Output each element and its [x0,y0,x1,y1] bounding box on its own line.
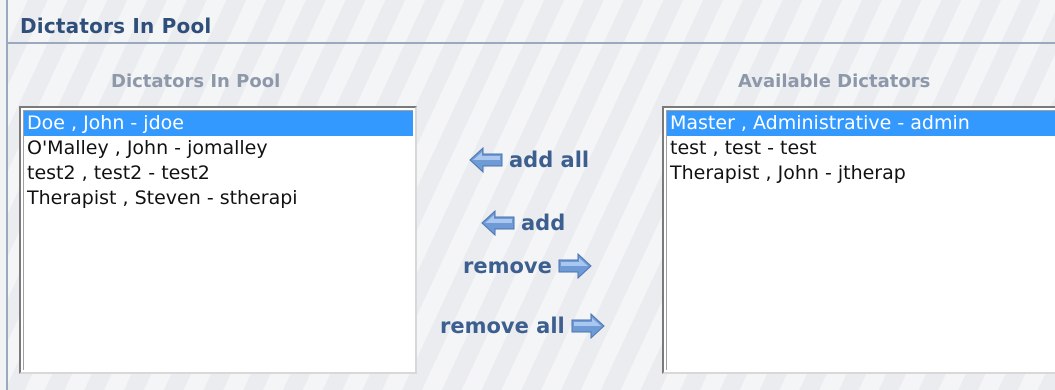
list-item[interactable]: Doe , John - jdoe [24,111,413,136]
arrow-left-icon [469,147,503,173]
arrow-left-icon [481,210,515,236]
right-list-header: Available Dictators [738,71,931,92]
pool-dictators-list-items: Doe , John - jdoe O'Malley , John - jomal… [23,110,413,370]
list-item[interactable]: test , test - test [667,136,1055,161]
add-label: add [521,211,566,235]
remove-button[interactable]: remove [457,253,592,279]
list-item[interactable]: O'Malley , John - jomalley [24,136,413,161]
add-all-label: add all [509,148,590,172]
panel-title-bar: Dictators In Pool [8,0,1055,44]
list-item[interactable]: Master , Administrative - admin [667,111,1055,136]
dictators-pool-panel: Dictators In Pool Dictators In Pool Avai… [6,0,1055,390]
add-button[interactable]: add [481,210,571,236]
list-item[interactable]: Therapist , John - jtherap [667,161,1055,186]
add-all-button[interactable]: add all [469,147,595,173]
pool-dictators-list[interactable]: Doe , John - jdoe O'Malley , John - jomal… [19,106,417,374]
available-dictators-list-items: Master , Administrative - admin test , te… [666,110,1055,370]
list-item[interactable]: test2 , test2 - test2 [24,161,413,186]
list-item[interactable]: Therapist , Steven - stherapi [24,186,413,211]
left-list-header: Dictators In Pool [111,71,281,92]
remove-all-label: remove all [440,314,565,338]
arrow-right-icon [571,313,605,339]
remove-all-button[interactable]: remove all [434,313,605,339]
remove-label: remove [463,254,552,278]
arrow-right-icon [558,253,592,279]
available-dictators-list[interactable]: Master , Administrative - admin test , te… [662,106,1055,374]
panel-title: Dictators In Pool [20,14,212,38]
